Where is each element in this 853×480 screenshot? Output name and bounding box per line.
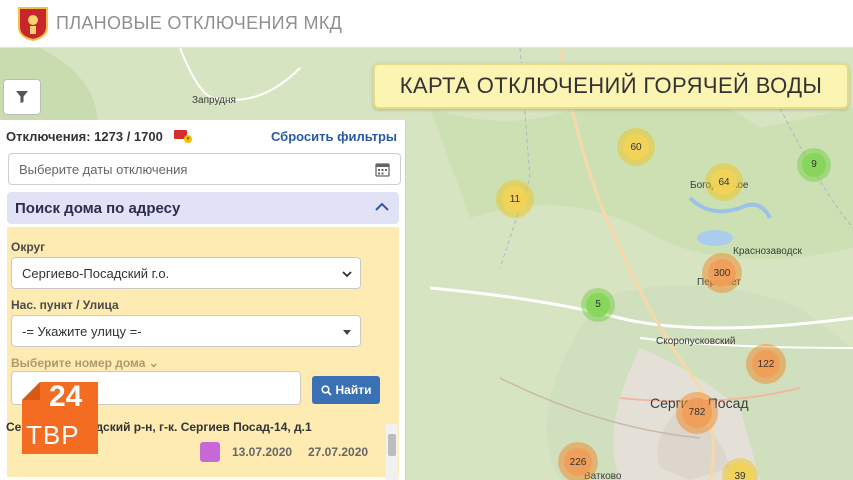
map-cluster[interactable]: 11	[496, 180, 534, 218]
district-select[interactable]: Сергиево-Посадский г.о.	[11, 257, 361, 289]
chevron-down-icon: ⌄	[148, 356, 159, 370]
outage-stats: Отключения: 1273 / 1700	[6, 129, 163, 144]
result-date-from: 13.07.2020	[232, 445, 293, 459]
calendar-icon[interactable]	[375, 162, 390, 177]
town-label: Запрудня	[192, 95, 236, 106]
filter-toggle-button[interactable]	[3, 79, 41, 115]
map-cluster[interactable]: 122	[746, 344, 786, 384]
tv-channel-watermark: 24 ТВР	[22, 380, 98, 454]
map-cluster[interactable]: 300	[702, 253, 742, 293]
cluster-count: 122	[752, 350, 780, 378]
caret-down-icon	[343, 330, 351, 335]
cluster-count: 226	[564, 448, 592, 476]
district-label: Округ	[11, 240, 46, 254]
address-search-title: Поиск дома по адресу	[15, 199, 181, 217]
house-number-label-text: Выберите номер дома	[11, 356, 146, 370]
cluster-count: 11	[501, 185, 529, 213]
app-header: ПЛАНОВЫЕ ОТКЛЮЧЕНИЯ МКД	[0, 0, 853, 48]
street-select[interactable]: -= Укажите улицу =-	[11, 315, 361, 347]
map-cluster[interactable]: 64	[705, 163, 743, 201]
find-button-label: Найти	[335, 383, 372, 397]
house-number-label[interactable]: Выберите номер дома ⌄	[11, 356, 159, 370]
cluster-count: 5	[586, 293, 610, 317]
map-cluster[interactable]: 60	[617, 128, 655, 166]
map-cluster[interactable]: 226	[558, 442, 598, 480]
address-search-header[interactable]: Поиск дома по адресу	[7, 192, 399, 224]
search-icon	[320, 384, 332, 396]
coat-of-arms-logo	[18, 7, 48, 41]
town-label: Краснозаводск	[733, 246, 802, 257]
result-date-to: 27.07.2020	[308, 445, 369, 459]
town-label: Скоропусковский	[656, 336, 736, 347]
reset-filters-link[interactable]: Сбросить фильтры	[271, 129, 397, 144]
map-cluster[interactable]: 9	[797, 148, 831, 182]
street-select-value: -= Укажите улицу =-	[22, 323, 142, 339]
cluster-count: 9	[802, 153, 826, 177]
map-cluster[interactable]: 782	[676, 392, 718, 434]
cluster-count: 60	[622, 133, 650, 161]
app-title: ПЛАНОВЫЕ ОТКЛЮЧЕНИЯ МКД	[56, 13, 343, 33]
chevron-down-icon	[342, 271, 352, 278]
chevron-up-icon	[375, 202, 389, 211]
date-range-placeholder: Выберите даты отключения	[19, 161, 188, 177]
street-label: Нас. пункт / Улица	[11, 298, 119, 312]
cluster-count: 39	[727, 463, 753, 480]
scrollbar-thumb[interactable]	[388, 434, 396, 456]
find-button[interactable]: Найти	[312, 376, 380, 404]
district-select-value: Сергиево-Посадский г.о.	[22, 265, 170, 281]
outage-warning-icon	[174, 130, 192, 143]
results-scrollbar[interactable]	[386, 424, 398, 480]
map-cluster[interactable]: 5	[581, 288, 615, 322]
map-title-banner: КАРТА ОТКЛЮЧЕНИЙ ГОРЯЧЕЙ ВОДЫ	[373, 63, 849, 109]
watermark-number: 24	[49, 380, 83, 413]
cluster-count: 300	[708, 259, 736, 287]
filter-icon	[16, 91, 28, 103]
cluster-count: 64	[710, 168, 738, 196]
hot-water-outage-icon	[200, 442, 220, 462]
cluster-count: 782	[682, 398, 712, 428]
date-range-input[interactable]: Выберите даты отключения	[8, 153, 401, 185]
watermark-name: ТВР	[26, 420, 80, 450]
